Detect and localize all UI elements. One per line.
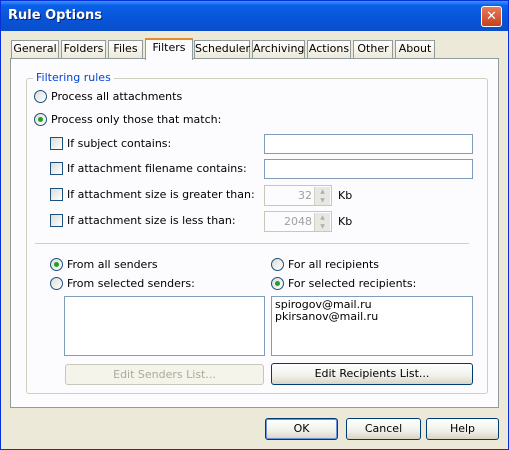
tab-files[interactable]: Files [108, 40, 143, 58]
rule-options-window: Rule Options ✕ General Folders Files Fil… [0, 0, 509, 450]
from-selected-senders-label[interactable]: From selected senders: [67, 277, 195, 290]
filename-checkbox[interactable] [50, 162, 63, 175]
spinner-arrows-icon[interactable]: ▲ ▼ [314, 187, 330, 205]
size-less-spinner[interactable]: 2048 ▲ ▼ [264, 211, 332, 232]
from-all-senders-radio[interactable] [50, 258, 63, 271]
filename-label[interactable]: If attachment filename contains: [67, 162, 247, 175]
from-all-senders-label[interactable]: From all senders [67, 258, 158, 271]
process-all-radio[interactable] [34, 90, 47, 103]
spinner-arrows-icon[interactable]: ▲ ▼ [314, 213, 330, 231]
help-button[interactable]: Help [426, 418, 499, 440]
edit-recipients-button[interactable]: Edit Recipients List... [271, 363, 473, 385]
tab-archiving[interactable]: Archiving [252, 40, 305, 58]
filtering-rules-label: Filtering rules [33, 71, 114, 84]
size-greater-unit: Kb [338, 189, 353, 202]
size-greater-value: 32 [298, 189, 312, 202]
subject-checkbox[interactable] [50, 137, 63, 150]
recipients-list[interactable]: spirogov@mail.ru pkirsanov@mail.ru [271, 296, 473, 356]
size-greater-checkbox[interactable] [50, 188, 63, 201]
cancel-button[interactable]: Cancel [346, 418, 421, 440]
process-match-radio[interactable] [34, 113, 47, 126]
tab-filters[interactable]: Filters [145, 38, 193, 60]
tab-general[interactable]: General [11, 40, 59, 58]
size-less-checkbox[interactable] [50, 214, 63, 227]
close-button[interactable]: ✕ [481, 6, 502, 27]
size-less-value: 2048 [284, 215, 312, 228]
window-title: Rule Options [8, 8, 103, 23]
tab-scheduler[interactable]: Scheduler [194, 40, 250, 58]
process-all-label[interactable]: Process all attachments [51, 90, 182, 103]
divider [35, 243, 469, 244]
title-bar[interactable]: Rule Options ✕ [1, 1, 508, 31]
size-less-unit: Kb [338, 215, 353, 228]
subject-input[interactable] [264, 134, 473, 154]
size-less-label[interactable]: If attachment size is less than: [67, 214, 236, 227]
subject-label[interactable]: If subject contains: [67, 137, 171, 150]
tab-actions[interactable]: Actions [307, 40, 351, 58]
size-greater-spinner[interactable]: 32 ▲ ▼ [264, 185, 332, 206]
tab-about[interactable]: About [395, 40, 435, 58]
edit-senders-button[interactable]: Edit Senders List... [65, 364, 264, 385]
size-greater-label[interactable]: If attachment size is greater than: [67, 188, 255, 201]
ok-button[interactable]: OK [265, 418, 338, 440]
for-all-recipients-label[interactable]: For all recipients [288, 258, 379, 271]
filename-input[interactable] [264, 159, 473, 179]
tab-folders[interactable]: Folders [61, 40, 106, 58]
from-selected-senders-radio[interactable] [50, 277, 63, 290]
list-item[interactable]: pkirsanov@mail.ru [272, 311, 472, 323]
senders-list[interactable] [64, 296, 265, 356]
for-selected-recipients-radio[interactable] [271, 277, 284, 290]
for-all-recipients-radio[interactable] [271, 258, 284, 271]
tab-other[interactable]: Other [353, 40, 393, 58]
close-icon: ✕ [486, 9, 497, 24]
for-selected-recipients-label[interactable]: For selected recipients: [288, 277, 416, 290]
process-match-label[interactable]: Process only those that match: [51, 113, 221, 126]
